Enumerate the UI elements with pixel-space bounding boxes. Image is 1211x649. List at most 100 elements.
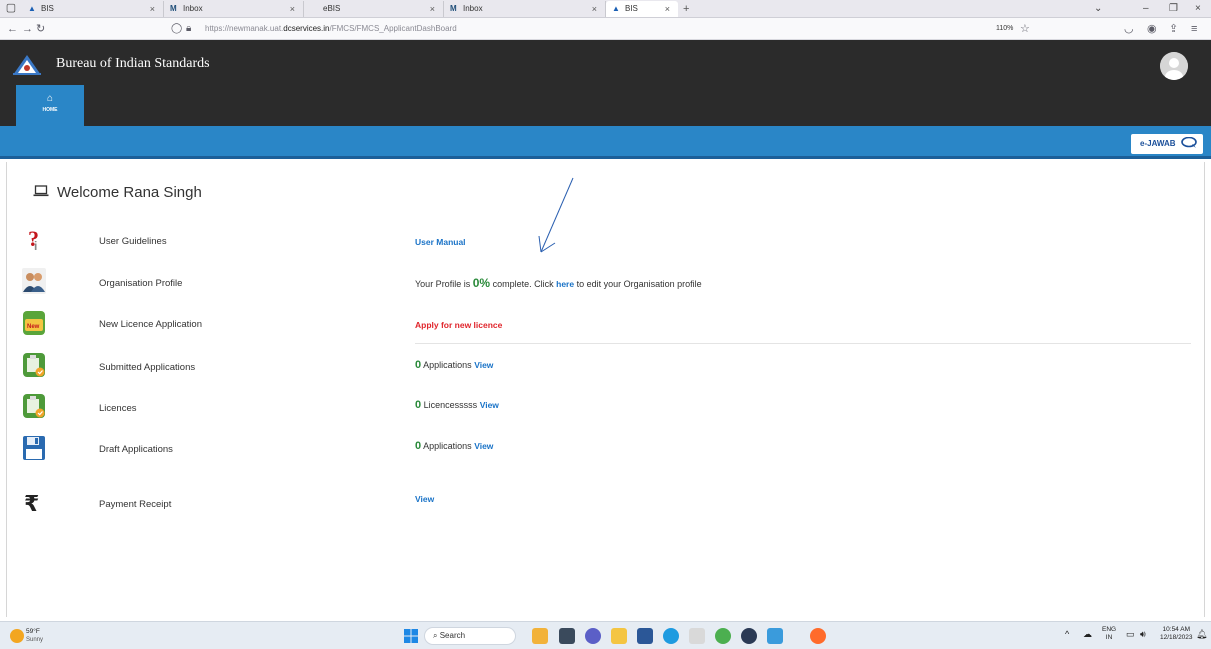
- extensions-icon[interactable]: ⇪: [1169, 21, 1178, 37]
- minimize-icon[interactable]: –: [1143, 1, 1149, 17]
- site-title: Bureau of Indian Standards: [56, 56, 210, 71]
- floppy-disk-icon: [23, 436, 45, 460]
- close-icon[interactable]: ×: [290, 1, 295, 17]
- user-avatar-icon[interactable]: [1160, 52, 1188, 80]
- browser-tab-bis-1[interactable]: ▲ BIS ×: [22, 1, 164, 17]
- nav-blue-bar: e-JAWAB: [0, 126, 1211, 159]
- app-icon[interactable]: [689, 628, 705, 644]
- bis-favicon-icon: ▲: [28, 4, 36, 13]
- close-icon[interactable]: ×: [592, 1, 597, 17]
- rupee-icon: ₹: [24, 492, 39, 516]
- licences-count: 0: [415, 399, 422, 411]
- new-folder-icon: New: [23, 311, 45, 335]
- windows-start-icon[interactable]: [404, 629, 418, 643]
- new-tab-icon[interactable]: +: [683, 1, 689, 17]
- browser-tab-strip: ▢ ▲ BIS × M Inbox × eBIS × M Inbox × ▲ BIS ×…: [0, 0, 1211, 18]
- lock-icon[interactable]: 🔒︎: [186, 21, 191, 37]
- svg-text:New: New: [27, 324, 40, 330]
- forward-arrow-icon[interactable]: →: [22, 21, 33, 37]
- home-icon: ⌂: [46, 93, 54, 104]
- edge-browser-icon[interactable]: [663, 628, 679, 644]
- payment-receipt-label: Payment Receipt: [99, 499, 172, 510]
- bookmark-star-icon[interactable]: ☆: [1020, 21, 1030, 37]
- bis-logo-icon: [13, 55, 41, 75]
- submitted-view-link[interactable]: View: [474, 360, 493, 370]
- tab-overflow-chevron-icon[interactable]: ⌄: [1094, 1, 1102, 17]
- submitted-applications-label: Submitted Applications: [99, 362, 196, 373]
- clipboard-check-icon: [23, 353, 45, 377]
- taskbar-search[interactable]: ⌕ Search: [424, 627, 516, 645]
- user-manual-link[interactable]: User Manual: [415, 237, 466, 247]
- notification-bell-icon[interactable]: 🔔︎: [1196, 630, 1207, 639]
- app-dark-icon[interactable]: [741, 628, 757, 644]
- tab-list-icon[interactable]: ▢: [4, 2, 18, 15]
- content-frame: [6, 162, 1205, 617]
- submitted-count: 0: [415, 359, 422, 371]
- volume-icon[interactable]: 🔊︎: [1140, 630, 1146, 639]
- annotation-arrow-icon: [538, 177, 574, 253]
- reload-icon[interactable]: ↻: [36, 21, 45, 37]
- payment-view-link[interactable]: View: [415, 494, 434, 504]
- pocket-icon[interactable]: ◡: [1124, 21, 1134, 37]
- file-explorer-icon[interactable]: [611, 628, 627, 644]
- ejawab-button[interactable]: e-JAWAB: [1131, 134, 1203, 154]
- edit-profile-link[interactable]: here: [556, 279, 574, 289]
- task-view-icon[interactable]: [559, 628, 575, 644]
- drafts-count: 0: [415, 440, 422, 452]
- language-indicator[interactable]: ENG IN: [1102, 626, 1116, 642]
- app-green-icon[interactable]: [715, 628, 731, 644]
- sun-icon: [10, 629, 24, 643]
- display-icon[interactable]: ▭: [1126, 630, 1135, 639]
- apply-new-licence-link[interactable]: Apply for new licence: [415, 320, 502, 330]
- welcome-heading: Welcome Rana Singh: [33, 183, 202, 203]
- question-mark-icon: ? i: [28, 226, 39, 252]
- user-guidelines-label: User Guidelines: [99, 236, 167, 247]
- address-bar[interactable]: https://newmanak.uat.dcservices.in/FMCS/…: [205, 23, 457, 35]
- bis-favicon-icon: ▲: [612, 4, 620, 13]
- zoom-level[interactable]: 110%: [996, 23, 1013, 35]
- drafts-view-link[interactable]: View: [474, 441, 493, 451]
- draft-applications-label: Draft Applications: [99, 444, 173, 455]
- licence-clipboard-icon: [23, 394, 45, 418]
- licences-view-link[interactable]: View: [480, 400, 499, 410]
- app-blue-icon[interactable]: [767, 628, 783, 644]
- menu-hamburger-icon[interactable]: ≡: [1191, 21, 1197, 37]
- close-icon[interactable]: ×: [430, 1, 435, 17]
- organisation-people-icon: [22, 268, 46, 294]
- browser-nav-bar: ← → ↻ ◯ 🔒︎ https://newmanak.uat.dcservic…: [0, 18, 1211, 40]
- store-icon[interactable]: [637, 628, 653, 644]
- shield-icon[interactable]: ◯: [171, 21, 182, 37]
- svg-text:₹: ₹: [24, 492, 39, 516]
- laptop-icon: [33, 185, 49, 197]
- clock[interactable]: 10:54 AM 12/18/2023: [1160, 626, 1193, 642]
- chat-bubble-icon: [1181, 137, 1197, 148]
- browser-tab-ebis[interactable]: eBIS ×: [304, 1, 444, 17]
- gmail-favicon-icon: M: [450, 4, 457, 13]
- weather-widget[interactable]: 59°F Sunny: [10, 627, 90, 647]
- windows-taskbar: 59°F Sunny ⌕ Search ^ ☁ ENG IN ▭ 🔊︎ 10:5…: [0, 621, 1211, 649]
- licences-label: Licences: [99, 403, 137, 414]
- browser-tab-bis-active[interactable]: ▲ BIS ×: [606, 1, 678, 17]
- organisation-profile-label: Organisation Profile: [99, 278, 183, 289]
- svg-text:i: i: [34, 239, 37, 252]
- back-arrow-icon[interactable]: ←: [7, 21, 18, 37]
- search-icon: ⌕: [433, 631, 438, 640]
- news-widget-icon[interactable]: [532, 628, 548, 644]
- close-icon[interactable]: ×: [665, 1, 670, 17]
- profile-completion-text: Your Profile is 0% complete. Click here …: [415, 276, 702, 290]
- section-divider: [415, 343, 1191, 344]
- firefox-icon[interactable]: [810, 628, 826, 644]
- tray-overflow-chevron-icon[interactable]: ^: [1065, 630, 1069, 639]
- new-licence-label: New Licence Application: [99, 319, 202, 330]
- home-nav-tab[interactable]: ⌂ HOME: [16, 85, 84, 126]
- window-close-icon[interactable]: ×: [1195, 1, 1201, 17]
- account-icon[interactable]: ◉: [1147, 21, 1157, 37]
- close-icon[interactable]: ×: [150, 1, 155, 17]
- browser-tab-inbox-1[interactable]: M Inbox ×: [164, 1, 304, 17]
- restore-icon[interactable]: ❐: [1169, 1, 1178, 17]
- network-icon[interactable]: ☁: [1083, 630, 1092, 639]
- teams-chat-icon[interactable]: [585, 628, 601, 644]
- profile-percent: 0%: [472, 276, 491, 290]
- browser-tab-inbox-2[interactable]: M Inbox ×: [444, 1, 606, 17]
- site-header: Bureau of Indian Standards ⌂ HOME: [0, 40, 1211, 126]
